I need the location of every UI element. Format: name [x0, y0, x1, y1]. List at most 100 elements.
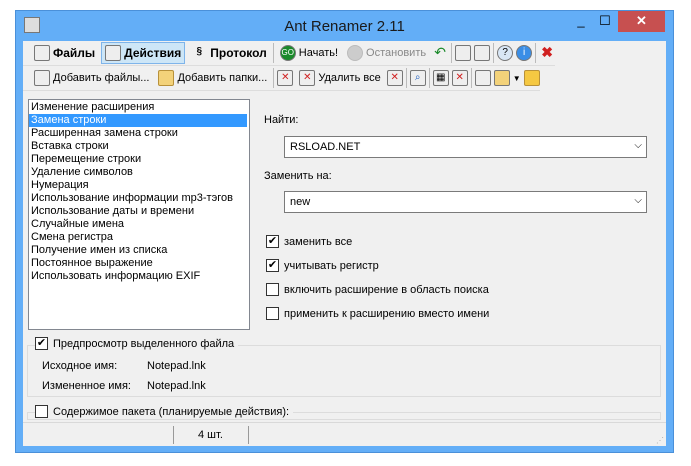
minimize-button[interactable]: _ — [570, 11, 592, 32]
close-button[interactable]: ✕ — [618, 11, 665, 32]
batch-checkbox[interactable]: Содержимое пакета (планируемые действия)… — [35, 405, 294, 418]
actions-label: Действия — [124, 46, 182, 60]
go-icon: GO — [279, 45, 296, 61]
original-name-value: Notepad.lnk — [147, 360, 206, 372]
replace-all-label: заменить все — [284, 235, 353, 248]
add-folders-button[interactable]: Добавить папки... — [155, 67, 270, 89]
add-files-icon — [34, 70, 50, 86]
separator — [428, 68, 430, 88]
title-bar: Ant Renamer 2.11 _ ☐ ✕ — [16, 11, 673, 41]
case-sensitive-checkbox[interactable]: ✔ учитывать регистр — [266, 259, 379, 272]
list-item[interactable]: Изменение расширения — [29, 101, 249, 114]
chevron-down-icon[interactable]: ⌵ — [634, 140, 642, 151]
help-icon[interactable]: ? — [497, 45, 514, 61]
separator — [273, 68, 275, 88]
window-icon[interactable] — [455, 45, 472, 61]
list-item[interactable]: Смена регистра — [29, 231, 249, 244]
add-files-label: Добавить файлы... — [53, 72, 150, 84]
file-count: 4 шт. — [198, 429, 223, 441]
apply-to-extension-checkbox[interactable]: применить к расширению вместо имени — [266, 307, 489, 320]
actions-list[interactable]: Изменение расширения Замена строки Расши… — [28, 99, 250, 330]
chevron-down-icon[interactable]: ⌵ — [634, 195, 642, 206]
settings-icon[interactable] — [474, 45, 491, 61]
search-icon[interactable]: ⌕ — [409, 70, 426, 86]
delete-all-button[interactable]: ✕ Удалить все — [296, 67, 383, 89]
page-icon[interactable] — [474, 70, 491, 86]
list-item[interactable]: Постоянное выражение — [29, 257, 249, 270]
apply-to-extension-label: применить к расширению вместо имени — [284, 307, 490, 320]
list-item[interactable]: Использование информации mp3-тэгов — [29, 192, 249, 205]
client-area: Файлы Действия § Протокол GO Начать! Остан… — [23, 41, 666, 446]
stop-button[interactable]: Остановить — [344, 42, 429, 64]
grid-icon[interactable]: ▦ — [432, 70, 449, 86]
separator — [535, 43, 537, 63]
preview-checkbox[interactable]: ✔ Предпросмотр выделенного файла — [35, 337, 239, 350]
case-sensitive-label: учитывать регистр — [284, 259, 379, 272]
separator — [405, 68, 407, 88]
separator — [451, 43, 453, 63]
separator — [272, 43, 274, 63]
stop-label: Остановить — [366, 47, 427, 59]
files-tab[interactable]: Файлы — [31, 42, 98, 64]
app-window: Ant Renamer 2.11 _ ☐ ✕ Файлы Действия § П… — [15, 10, 674, 453]
info-icon[interactable]: i — [516, 45, 533, 61]
find-combobox[interactable]: RSLOAD.NET ⌵ — [284, 136, 647, 158]
checkbox-checked[interactable]: ✔ — [266, 235, 279, 248]
find-label: Найти: — [264, 114, 299, 126]
files-toolbar: Добавить файлы... Добавить папки... ✕ ✕ У… — [23, 66, 540, 91]
remove-selected-icon[interactable]: ✕ — [277, 70, 294, 86]
separator — [470, 68, 472, 88]
save-icon[interactable] — [523, 70, 540, 86]
resize-grip-icon[interactable]: ⋰ — [656, 436, 664, 445]
folder-icon — [158, 70, 175, 86]
delete-all-icon: ✕ — [299, 70, 316, 86]
include-extension-checkbox[interactable]: включить расширение в область поиска — [266, 283, 489, 296]
start-button[interactable]: GO Начать! — [277, 42, 341, 64]
status-divider — [173, 426, 174, 444]
remove-dead-icon[interactable]: ✕ — [386, 70, 403, 86]
status-divider — [248, 426, 249, 444]
log-label: Протокол — [210, 46, 267, 60]
files-label: Файлы — [53, 46, 96, 60]
replace-label: Заменить на: — [264, 170, 332, 182]
batch-label: Содержимое пакета (планируемые действия)… — [53, 405, 290, 418]
checkbox[interactable] — [266, 283, 279, 296]
log-icon: § — [196, 46, 203, 57]
list-item-selected[interactable]: Замена строки — [29, 114, 247, 127]
list-item[interactable]: Случайные имена — [29, 218, 249, 231]
include-extension-label: включить расширение в область поиска — [284, 283, 489, 296]
checkbox-checked[interactable]: ✔ — [266, 259, 279, 272]
preview-label: Предпросмотр выделенного файла — [53, 337, 235, 350]
replace-combobox[interactable]: new ⌵ — [284, 191, 647, 213]
grid-remove-icon[interactable]: ✕ — [451, 70, 468, 86]
original-name-label: Исходное имя: — [42, 360, 118, 372]
exit-icon[interactable]: ✖ — [539, 45, 555, 61]
add-files-button[interactable]: Добавить файлы... — [31, 67, 152, 89]
checkbox-checked[interactable]: ✔ — [35, 337, 48, 350]
new-name-label: Измененное имя: — [42, 380, 131, 392]
checkbox[interactable] — [35, 405, 48, 418]
list-item[interactable]: Использовать информацию EXIF — [29, 270, 249, 283]
undo-icon[interactable]: ↶ — [432, 45, 448, 61]
list-item[interactable]: Расширенная замена строки — [29, 127, 249, 140]
main-toolbar: Файлы Действия § Протокол GO Начать! Остан… — [23, 41, 556, 66]
add-folders-label: Добавить папки... — [177, 72, 268, 84]
replace-value: new — [290, 196, 311, 208]
find-value: RSLOAD.NET — [290, 141, 361, 153]
list-item[interactable]: Удаление символов — [29, 166, 249, 179]
list-item[interactable]: Вставка строки — [29, 140, 249, 153]
list-item[interactable]: Использование даты и времени — [29, 205, 249, 218]
status-bar: 4 шт. ⋰ — [23, 422, 666, 446]
files-icon — [34, 45, 50, 61]
list-item[interactable]: Нумерация — [29, 179, 249, 192]
list-item[interactable]: Получение имен из списка — [29, 244, 249, 257]
new-name-value: Notepad.lnk — [147, 380, 206, 392]
replace-all-checkbox[interactable]: ✔ заменить все — [266, 235, 352, 248]
log-tab[interactable]: § Протокол — [188, 42, 270, 64]
open-icon[interactable] — [493, 70, 510, 86]
dropdown-arrow-icon[interactable]: ▼ — [513, 74, 521, 83]
list-item[interactable]: Перемещение строки — [29, 153, 249, 166]
maximize-button[interactable]: ☐ — [594, 11, 616, 32]
checkbox[interactable] — [266, 307, 279, 320]
actions-tab[interactable]: Действия — [101, 42, 186, 64]
